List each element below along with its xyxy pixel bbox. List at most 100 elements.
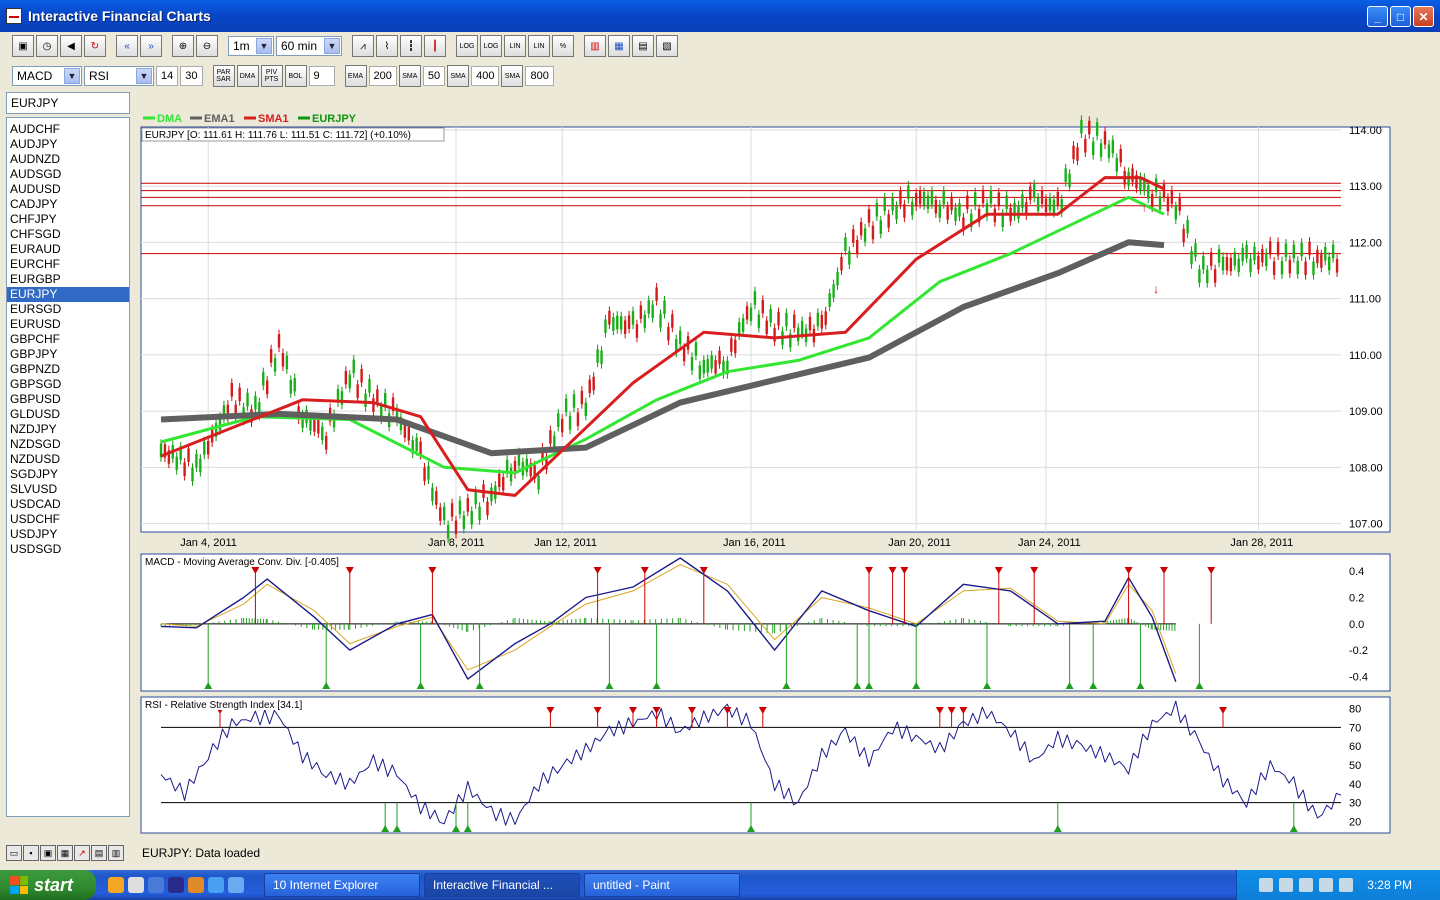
price-candle xyxy=(415,437,418,452)
chart-settings-icon[interactable]: ▥ xyxy=(584,35,606,57)
symbol-item[interactable]: GBPSGD xyxy=(7,377,129,392)
chart-area[interactable]: DMA EMA1 SMA1 EURJPY 114.00 113.00 112.00 111.0… xyxy=(138,108,1392,836)
internet-explorer-icon[interactable] xyxy=(208,877,224,893)
symbol-item[interactable]: NZDSGD xyxy=(7,437,129,452)
task-financial-charts[interactable]: Interactive Financial ... xyxy=(424,873,580,897)
symbol-item[interactable]: GBPUSD xyxy=(7,392,129,407)
param1-field[interactable]: 14 xyxy=(156,66,179,86)
log-button[interactable]: LOG xyxy=(456,35,478,57)
maximize-button[interactable]: □ xyxy=(1390,6,1411,27)
data-table-icon[interactable]: ▤ xyxy=(632,35,654,57)
symbol-item[interactable]: AUDNZD xyxy=(7,152,129,167)
symbol-item[interactable]: GBPCHF xyxy=(7,332,129,347)
task-internet-explorer[interactable]: 10 Internet Explorer xyxy=(264,873,420,897)
sma3-button[interactable]: SMA xyxy=(501,65,524,87)
bar-chart-icon[interactable]: ┇ xyxy=(400,35,422,57)
start-button[interactable]: start xyxy=(0,870,96,900)
candle-chart-icon[interactable]: ┃ xyxy=(424,35,446,57)
symbol-item[interactable]: GBPNZD xyxy=(7,362,129,377)
symbol-item[interactable]: USDCAD xyxy=(7,497,129,512)
sma3-field[interactable]: 800 xyxy=(525,66,554,86)
interval-select[interactable]: 60 min ▼ xyxy=(276,36,342,56)
scroll-left-icon[interactable]: « xyxy=(116,35,138,57)
symbol-input[interactable]: EURJPY xyxy=(6,92,130,114)
arrow-icon[interactable]: ↗ xyxy=(74,845,90,861)
export-chart-icon[interactable]: ▧ xyxy=(656,35,678,57)
symbol-list[interactable]: AUDCHF AUDJPY AUDNZD AUDSGD AUDUSD CADJPY CHFJ… xyxy=(6,117,130,817)
indicator1-select[interactable]: MACD ▼ xyxy=(12,66,82,86)
symbol-item[interactable]: CADJPY xyxy=(7,197,129,212)
save-icon[interactable]: ▪ xyxy=(23,845,39,861)
sma1-button[interactable]: SMA xyxy=(398,65,421,87)
symbol-item[interactable]: EURUSD xyxy=(7,317,129,332)
period-select[interactable]: 1m ▼ xyxy=(228,36,274,56)
antivirus-icon[interactable] xyxy=(1339,878,1354,892)
print-icon[interactable]: ▥ xyxy=(108,845,124,861)
symbol-item[interactable]: GLDUSD xyxy=(7,407,129,422)
ema-button[interactable]: EMA xyxy=(344,65,367,87)
symbol-item[interactable]: CHFSGD xyxy=(7,227,129,242)
area-chart-icon[interactable]: ⌇ xyxy=(376,35,398,57)
par-sar-button[interactable]: PAR SAR xyxy=(212,65,235,87)
symbol-item[interactable]: CHFJPY xyxy=(7,212,129,227)
bol-button[interactable]: BOL xyxy=(284,65,307,87)
network-icon[interactable] xyxy=(1299,878,1314,892)
log-alt-button[interactable]: LOG xyxy=(480,35,502,57)
symbol-item[interactable]: SLVUSD xyxy=(7,482,129,497)
price-candle xyxy=(938,204,941,218)
bol-field[interactable]: 9 xyxy=(308,66,335,86)
zoom-in-icon[interactable]: ⊕ xyxy=(172,35,194,57)
printer-icon[interactable] xyxy=(128,877,144,893)
grid-icon[interactable]: ▦ xyxy=(57,845,73,861)
indicator2-select[interactable]: RSI ▼ xyxy=(84,66,154,86)
fit-icon[interactable]: ▣ xyxy=(40,845,56,861)
ema-field[interactable]: 200 xyxy=(368,66,397,86)
symbol-item[interactable]: EURSGD xyxy=(7,302,129,317)
help-icon[interactable] xyxy=(1279,878,1294,892)
browser-icon[interactable] xyxy=(228,877,244,893)
param2-field[interactable]: 30 xyxy=(180,66,203,86)
dma-button[interactable]: DMA xyxy=(236,65,259,87)
scroll-right-icon[interactable]: » xyxy=(140,35,162,57)
publisher-icon[interactable] xyxy=(168,877,184,893)
symbol-item[interactable]: NZDUSD xyxy=(7,452,129,467)
symbol-item[interactable]: AUDUSD xyxy=(7,182,129,197)
symbol-item[interactable]: EURAUD xyxy=(7,242,129,257)
symbol-item[interactable]: NZDJPY xyxy=(7,422,129,437)
symbol-item[interactable]: USDJPY xyxy=(7,527,129,542)
symbol-item[interactable]: USDCHF xyxy=(7,512,129,527)
speaker-icon[interactable]: ◀ xyxy=(60,35,82,57)
document-icon[interactable] xyxy=(148,877,164,893)
symbol-item[interactable]: SGDJPY xyxy=(7,467,129,482)
media-icon[interactable] xyxy=(188,877,204,893)
percent-button[interactable]: % xyxy=(552,35,574,57)
color-settings-icon[interactable]: ▦ xyxy=(608,35,630,57)
symbol-item[interactable]: AUDJPY xyxy=(7,137,129,152)
tool-icon[interactable] xyxy=(1259,878,1274,892)
symbol-item[interactable]: EURCHF xyxy=(7,257,129,272)
refresh-icon[interactable]: ↻ xyxy=(84,35,106,57)
sma1-field[interactable]: 50 xyxy=(422,66,446,86)
open-icon[interactable]: ▭ xyxy=(6,845,22,861)
zoom-out-icon[interactable]: ⊖ xyxy=(196,35,218,57)
layout-icon[interactable]: ▣ xyxy=(12,35,34,57)
clock-icon[interactable]: ◷ xyxy=(36,35,58,57)
lin-alt-button[interactable]: LIN xyxy=(528,35,550,57)
lin-button[interactable]: LIN xyxy=(504,35,526,57)
symbol-item[interactable]: AUDSGD xyxy=(7,167,129,182)
close-button[interactable]: ✕ xyxy=(1413,6,1434,27)
symbol-item[interactable]: GBPJPY xyxy=(7,347,129,362)
copy-icon[interactable]: ▤ xyxy=(91,845,107,861)
sma2-button[interactable]: SMA xyxy=(447,65,470,87)
symbol-item[interactable]: USDSGD xyxy=(7,542,129,557)
symbol-item[interactable]: AUDCHF xyxy=(7,122,129,137)
line-chart-icon[interactable]: ⩘ xyxy=(352,35,374,57)
security-icon[interactable] xyxy=(1319,878,1334,892)
piv-pts-button[interactable]: PIV PTS xyxy=(260,65,283,87)
minimize-button[interactable]: _ xyxy=(1367,6,1388,27)
symbol-item[interactable]: EURJPY xyxy=(7,287,129,302)
task-paint[interactable]: untitled - Paint xyxy=(584,873,740,897)
blogger-icon[interactable] xyxy=(108,877,124,893)
symbol-item[interactable]: EURGBP xyxy=(7,272,129,287)
sma2-field[interactable]: 400 xyxy=(471,66,500,86)
